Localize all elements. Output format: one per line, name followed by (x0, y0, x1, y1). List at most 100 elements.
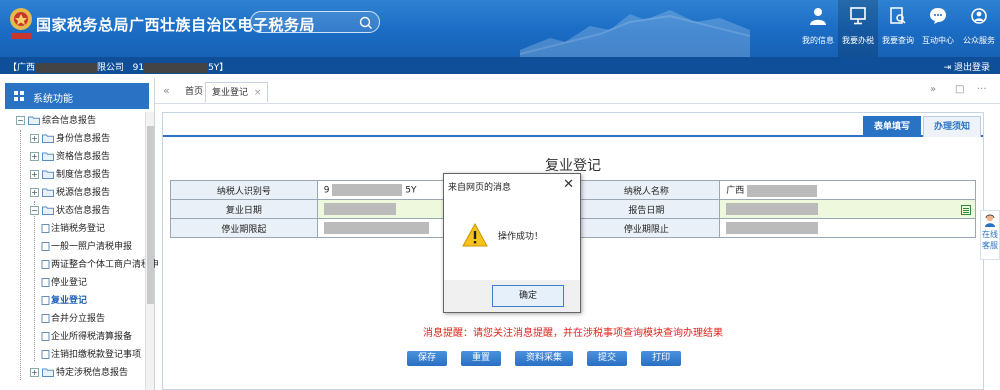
search-box[interactable] (250, 11, 380, 33)
logout-link[interactable]: ⇥ 退出登录 (944, 60, 990, 73)
tree-item[interactable]: 两证整合个体工商户清税申 (0, 256, 159, 274)
label-suspend-end: 停业期限止 (572, 218, 721, 238)
tree-item-label: 状态信息报告 (56, 206, 111, 216)
tab-resume-registration[interactable]: 复业登记 × (205, 82, 269, 102)
tree-item[interactable]: + 资格信息报告 (0, 148, 145, 166)
label-resume-date: 复业日期 (170, 199, 318, 219)
nav-do-tax[interactable]: 我要办税 (838, 0, 878, 57)
message-dialog: 来自网页的消息 ✕ 操作成功！ 确定 (443, 173, 581, 313)
redacted-taxpayer-name (747, 184, 818, 197)
logout-icon: ⇥ (943, 63, 952, 73)
tree-item-label: 停业登记 (51, 278, 88, 288)
tabs-back-icon[interactable]: « (163, 84, 170, 97)
redacted-suspend-start (323, 222, 429, 234)
sidebar-header[interactable]: 系统功能 (5, 83, 149, 109)
tree-item[interactable]: + 身份信息报告 (0, 130, 145, 148)
tree-item[interactable]: + 特定涉税信息报告 (0, 364, 145, 382)
great-wall-illustration (520, 10, 750, 57)
user-icon (810, 8, 826, 25)
tree-item-label: 身份信息报告 (56, 134, 111, 144)
logout-label: 退出登录 (953, 63, 990, 73)
redacted-resume-date (323, 203, 396, 215)
label-report-date: 报告日期 (572, 199, 721, 219)
taxpayer-name-value: 广西 (719, 180, 976, 200)
sidebar-scrollbar[interactable] (145, 112, 154, 390)
tab-bar: « 首页 复业登记 × » □ ··· (155, 78, 1000, 104)
redacted-company-id (144, 62, 209, 73)
tree-item-label: 复业登记 (51, 296, 88, 306)
chat-icon (930, 8, 946, 24)
tree-item[interactable]: 企业所得税清算报备 (0, 328, 145, 346)
tab-label: 复业登记 (212, 88, 249, 98)
tree-item[interactable]: + 税源信息报告 (0, 184, 145, 202)
tree-item[interactable]: 注销扣缴税款登记事项 (0, 346, 145, 364)
submit-button[interactable]: 提交 (587, 351, 628, 366)
nav-public-service[interactable]: 公众服务 (958, 0, 1000, 57)
nav-my-info[interactable]: 我的信息 (798, 0, 838, 57)
nav-interaction[interactable]: 互动中心 (918, 0, 958, 57)
monitor-icon (850, 7, 866, 25)
query-icon (890, 7, 906, 24)
tree-item-label: 注销扣缴税款登记事项 (51, 350, 142, 360)
nav-query[interactable]: 我要查询 (878, 0, 918, 57)
report-date-field[interactable] (719, 199, 976, 219)
window-icon[interactable]: □ (955, 84, 964, 95)
expand-icon[interactable]: + (30, 134, 39, 143)
redacted-suspend-end (726, 222, 819, 234)
expand-icon[interactable]: + (30, 368, 39, 377)
online-service-label-2: 客服 (982, 241, 998, 250)
taxpayer-name-prefix: 广西 (726, 186, 745, 197)
online-service-label-1: 在线 (982, 230, 998, 239)
scrollbar-thumb[interactable] (147, 126, 154, 304)
save-button[interactable]: 保存 (407, 351, 448, 366)
form-title: 复业登记 (545, 158, 601, 174)
tree-item-label: 资格信息报告 (56, 152, 111, 162)
tree-item[interactable]: 停业登记 (0, 274, 145, 292)
tree-item-label: 两证整合个体工商户清税申 (51, 260, 160, 270)
folder-icon (42, 188, 54, 197)
reset-button[interactable]: 重置 (461, 351, 502, 366)
top-header: 国家税务总局广西壮族自治区电子税务局 我的信息 我要办税 我要查询 互动中心 公… (0, 0, 1000, 57)
top-navigation: 我的信息 我要办税 我要查询 互动中心 公众服务 (798, 0, 1000, 57)
tree-item-label: 一般一照户清税申报 (51, 242, 133, 252)
dialog-title: 来自网页的消息 (448, 183, 512, 193)
tree-item[interactable]: 注销税务登记 (0, 220, 145, 238)
tabs-forward-icon[interactable]: » (930, 84, 936, 95)
collect-materials-button[interactable]: 资料采集 (515, 351, 574, 366)
folder-icon (42, 170, 54, 179)
collapse-icon[interactable]: − (30, 206, 39, 215)
folder-icon (42, 134, 54, 143)
expand-icon[interactable]: + (30, 170, 39, 179)
tree-item[interactable]: − 状态信息报告 (0, 202, 145, 220)
form-tabs: 表单填写 办理须知 (163, 113, 983, 137)
more-icon[interactable]: ··· (977, 84, 987, 95)
grid-icon (14, 91, 24, 101)
search-icon[interactable] (359, 16, 373, 30)
ok-button[interactable]: 确定 (492, 285, 564, 307)
tab-guide[interactable]: 办理须知 (923, 116, 981, 137)
dialog-titlebar: 来自网页的消息 ✕ (444, 174, 580, 196)
expand-icon[interactable]: + (30, 152, 39, 161)
function-tree: − 综合信息报告 + 身份信息报告 + 资格信息报告 + 制度信息报告 + 税源信息报告 − 状态信息… (0, 112, 159, 382)
search-input[interactable] (259, 15, 359, 30)
sidebar: 系统功能 − 综合信息报告 + 身份信息报告 + 资格信息报告 + 制度信息报告 + 税源信息报告… (0, 78, 159, 390)
tree-item-label: 企业所得税清算报备 (51, 332, 133, 342)
expand-icon[interactable]: + (30, 188, 39, 197)
calendar-icon[interactable] (961, 204, 971, 215)
company-info-bar: 【广西 限公司 91 5Y】 ⇥ 退出登录 (0, 57, 1000, 74)
tree-item[interactable]: + 制度信息报告 (0, 166, 145, 184)
company-id-suffix: 5Y】 (208, 63, 229, 73)
tree-item[interactable]: 复业登记 (0, 292, 145, 310)
print-button[interactable]: 打印 (641, 351, 682, 366)
close-icon[interactable]: ✕ (563, 177, 574, 192)
tree-item[interactable]: 合并分立报告 (0, 310, 145, 328)
dialog-body: 操作成功！ (444, 196, 580, 280)
label-taxpayer-name: 纳税人名称 (572, 180, 721, 200)
online-service-button[interactable]: 在线 客服 (980, 210, 1000, 260)
collapse-icon[interactable]: − (16, 116, 25, 125)
tab-close-icon[interactable]: × (254, 88, 262, 98)
tree-item[interactable]: 一般一照户清税申报 (0, 238, 145, 256)
label-taxpayer-id: 纳税人识别号 (170, 180, 318, 200)
tree-item[interactable]: − 综合信息报告 (0, 112, 145, 130)
tab-form-fill[interactable]: 表单填写 (863, 116, 921, 137)
